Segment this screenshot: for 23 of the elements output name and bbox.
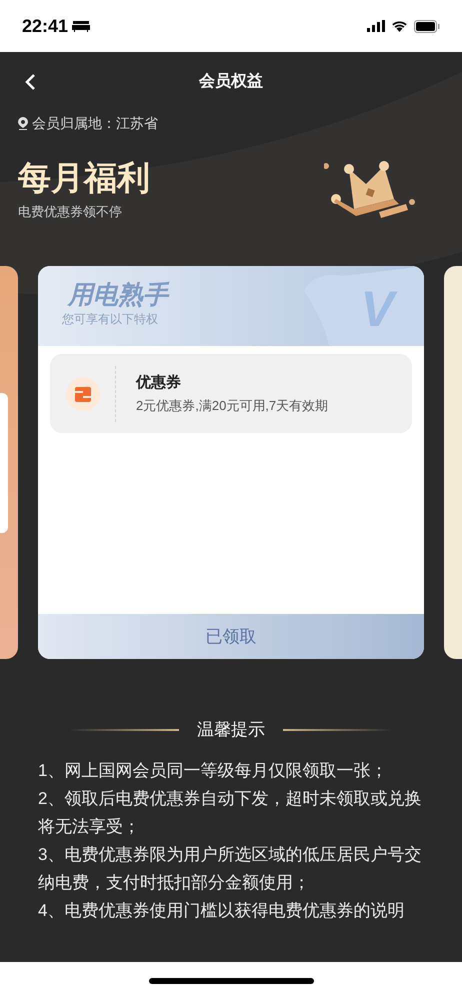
coupon-icon [66, 376, 100, 410]
banner-title: 每月福利 [18, 158, 150, 198]
location-pin-icon [18, 117, 28, 130]
tip-text: 3、电费优惠券限为用户所选区域的低压居民户号交纳电费，支付时抵扣部分金额使用； [38, 844, 422, 894]
page-title: 会员权益 [199, 72, 263, 92]
banner-subtitle: 电费优惠券领不停 [18, 203, 123, 221]
tip-text: 1、网上国网会员同一等级每月仅限领取一张； [38, 760, 388, 782]
card-subtitle: 您可享有以下特权 [62, 311, 159, 328]
tip-text: 4、电费优惠券使用门槛以获得电费优惠券的说明 [38, 900, 406, 922]
tips-title: 温馨提示 [197, 719, 265, 741]
back-icon[interactable] [24, 73, 36, 91]
signal-icon [367, 20, 385, 32]
claimed-button[interactable]: 已领取 [38, 614, 424, 659]
card-title: 用电熟手 [68, 280, 170, 310]
member-location: 会员归属地：江苏省 [32, 114, 158, 133]
coupon-title: 优惠券 [136, 372, 182, 392]
battery-icon [414, 20, 440, 32]
side-card[interactable] [0, 266, 18, 659]
coupon-description: 2元优惠券,满20元可用,7天有效期 [136, 397, 328, 415]
bed-icon [72, 20, 90, 32]
tip-text: 2、领取后电费优惠券自动下发，超时未领取或兑换将无法享受； [38, 788, 422, 838]
wifi-icon [391, 20, 408, 32]
status-time: 22:41 [22, 14, 68, 38]
